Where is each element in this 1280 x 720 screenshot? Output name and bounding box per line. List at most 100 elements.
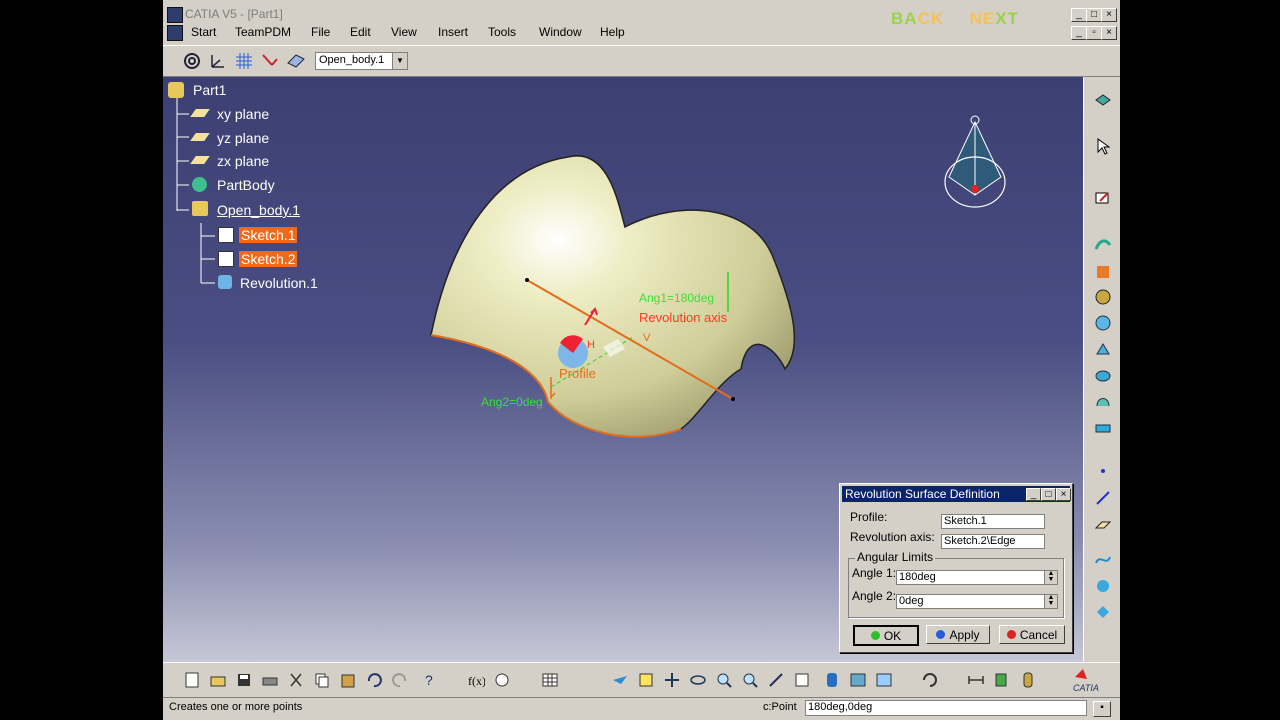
tree-open-body[interactable]: Open_body.1 [217,202,300,218]
tree-sketch1[interactable]: Sketch.1 [239,227,298,243]
work-on-support-icon[interactable] [285,50,307,72]
fill-icon[interactable] [1092,364,1114,386]
revolve-icon[interactable] [1092,312,1114,334]
command-input[interactable]: 180deg,0deg [805,700,1087,716]
apply-button[interactable]: Apply [926,625,990,644]
measure-inertia-icon[interactable] [1017,669,1039,691]
ok-button[interactable]: OK [853,625,919,646]
tree-yz-plane[interactable]: yz plane [217,130,269,146]
menu-edit[interactable]: Edit [350,25,371,39]
menu-tools[interactable]: Tools [488,25,516,39]
paste-icon[interactable] [337,669,359,691]
doc-restore-button[interactable]: ▫ [1086,26,1102,40]
grid-icon[interactable] [233,50,255,72]
fly-icon[interactable] [609,669,631,691]
profile-field[interactable]: Sketch.1 [941,514,1045,529]
profile-label: Profile: [850,510,888,524]
sketcher-icon[interactable] [1092,187,1114,209]
help-icon[interactable]: ? [419,669,441,691]
close-button[interactable]: × [1101,8,1117,22]
surface-icon[interactable] [181,50,203,72]
cancel-button[interactable]: Cancel [999,625,1065,644]
menu-view[interactable]: View [391,25,417,39]
formula-icon[interactable]: f(x) [465,669,487,691]
projection-icon[interactable] [1092,601,1114,623]
gear-icon [192,177,207,192]
new-icon[interactable] [181,669,203,691]
tree-partbody[interactable]: PartBody [217,177,275,193]
chevron-down-icon[interactable]: ▼ [392,53,407,69]
redo-icon[interactable] [389,669,411,691]
hide-show-icon[interactable] [847,669,869,691]
select-icon[interactable] [1092,90,1114,112]
tree-sketch2[interactable]: Sketch.2 [239,251,298,267]
snap-icon[interactable] [259,50,281,72]
dialog-title: Revolution Surface Definition [845,487,1000,501]
tree-zx-plane[interactable]: zx plane [217,153,269,169]
sphere-icon[interactable] [1092,286,1114,308]
dialog-close-button[interactable]: × [1056,488,1071,501]
maximize-button[interactable]: □ [1086,8,1102,22]
normal-view-icon[interactable] [765,669,787,691]
angle2-field[interactable]: 0deg ▲ ▼ [896,594,1058,609]
measure-between-icon[interactable] [965,669,987,691]
menu-help[interactable]: Help [600,25,625,39]
point-icon[interactable] [1092,460,1114,482]
tree-xy-plane[interactable]: xy plane [217,106,269,122]
split-icon[interactable] [1092,417,1114,439]
save-icon[interactable] [233,669,255,691]
measure-item-icon[interactable] [991,669,1013,691]
dialog-maximize-button[interactable]: □ [1041,488,1056,501]
angle1-spinner[interactable]: ▲ ▼ [1044,570,1057,584]
dialog-minimize-button[interactable]: _ [1026,488,1041,501]
tree-root[interactable]: Part1 [193,82,226,98]
sweep-icon[interactable] [1092,233,1114,255]
offset-icon[interactable] [1092,338,1114,360]
open-icon[interactable] [207,669,229,691]
print-icon[interactable] [259,669,281,691]
line-icon[interactable] [1092,487,1114,509]
knowledge-icon[interactable] [491,669,513,691]
swap-visible-icon[interactable] [873,669,895,691]
menu-file[interactable]: File [311,25,330,39]
table-icon[interactable] [539,669,561,691]
menu-start[interactable]: Start [191,25,216,39]
workbench-combo[interactable]: Open_body.1 ▼ [315,52,408,70]
plane-tool-icon[interactable] [1092,514,1114,536]
revolution-icon [218,275,232,289]
zoom-in-icon[interactable] [713,669,735,691]
tree-revolution[interactable]: Revolution.1 [240,275,318,291]
update-icon[interactable] [919,669,941,691]
angle2-spinner[interactable]: ▲ ▼ [1044,594,1057,608]
axis-system-icon[interactable] [207,50,229,72]
intersection-icon[interactable] [1092,575,1114,597]
curve-icon[interactable] [1092,549,1114,571]
view-mode-icon[interactable] [821,669,843,691]
extrude-icon[interactable] [1092,261,1114,283]
copy-icon[interactable] [311,669,333,691]
undo-icon[interactable] [363,669,385,691]
window-title: CATIA V5 - [Part1] [185,7,283,21]
multi-view-icon[interactable] [791,669,813,691]
bottom-toolbar: ? f(x) CATIA [163,662,1120,697]
power-input-button[interactable]: ▪ [1093,701,1111,717]
part-icon[interactable] [168,82,184,98]
cancel-icon [1006,630,1016,639]
cut-icon[interactable] [285,669,307,691]
cursor-icon[interactable] [1092,135,1114,157]
zoom-out-icon[interactable] [739,669,761,691]
doc-minimize-button[interactable]: _ [1071,26,1087,40]
angle1-field[interactable]: 180deg ▲ ▼ [896,570,1058,585]
menu-teampdm[interactable]: TeamPDM [235,25,291,39]
ok-label: OK [883,628,902,643]
document-icon[interactable] [167,25,183,41]
doc-close-button[interactable]: × [1101,26,1117,40]
pan-icon[interactable] [661,669,683,691]
blend-icon[interactable] [1092,390,1114,412]
axis-field[interactable]: Sketch.2\Edge [941,534,1045,549]
menu-window[interactable]: Window [539,25,582,39]
minimize-button[interactable]: _ [1071,8,1087,22]
fit-all-icon[interactable] [635,669,657,691]
rotate-icon[interactable] [687,669,709,691]
menu-insert[interactable]: Insert [438,25,468,39]
